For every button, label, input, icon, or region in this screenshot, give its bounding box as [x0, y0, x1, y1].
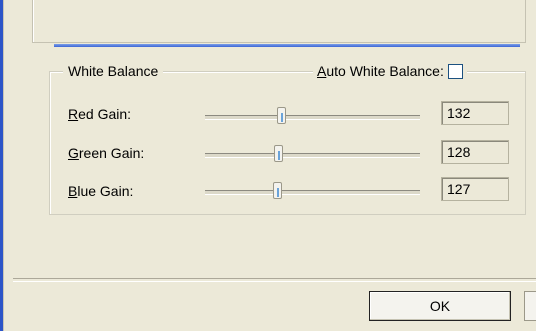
red-gain-label: Red Gain:: [68, 106, 132, 122]
red-gain-slider[interactable]: [205, 106, 420, 126]
auto-white-balance-checkbox[interactable]: [447, 63, 463, 79]
ok-button[interactable]: OK: [369, 291, 511, 321]
upper-panel-box: [32, 0, 526, 43]
section-separator: [54, 44, 520, 47]
blue-gain-value[interactable]: 127: [441, 177, 509, 201]
window-left-edge: [0, 0, 13, 331]
green-gain-slider[interactable]: [205, 144, 420, 164]
auto-white-balance-control[interactable]: Auto White Balance:: [313, 63, 467, 79]
green-gain-value[interactable]: 128: [441, 140, 509, 164]
red-gain-thumb[interactable]: [277, 107, 286, 124]
panel-shade: [3, 0, 13, 331]
footer-divider: [13, 278, 536, 282]
blue-gain-track: [205, 190, 420, 195]
cancel-button[interactable]: [524, 291, 536, 321]
green-gain-thumb[interactable]: [274, 145, 283, 162]
red-gain-track: [205, 115, 420, 120]
blue-gain-label: Blue Gain:: [68, 183, 134, 199]
green-gain-label: Green Gain:: [68, 145, 145, 161]
blue-gain-slider[interactable]: [205, 181, 420, 201]
blue-gain-thumb[interactable]: [273, 182, 282, 199]
white-balance-title: White Balance: [63, 63, 164, 79]
red-gain-value[interactable]: 132: [441, 101, 509, 125]
auto-white-balance-label: Auto White Balance:: [317, 63, 444, 79]
green-gain-track: [205, 153, 420, 158]
